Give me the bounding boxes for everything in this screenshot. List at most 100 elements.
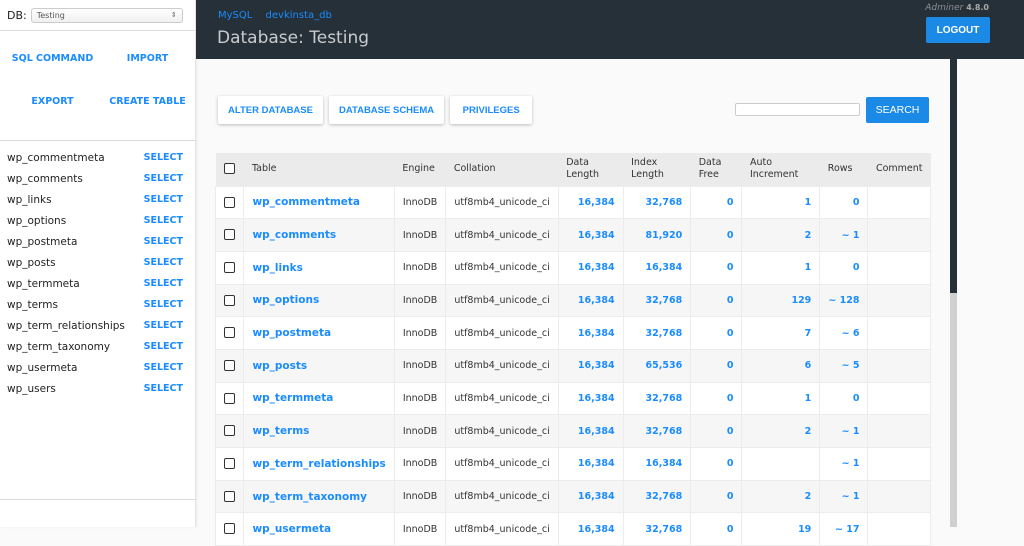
data-free-cell[interactable]: 0 <box>690 348 743 383</box>
rows-cell[interactable]: ~ 17 <box>819 512 869 546</box>
data-free-cell[interactable]: 0 <box>690 447 743 481</box>
sidebar-table-name[interactable]: wp_commentmeta <box>7 152 105 164</box>
sidebar-select-link[interactable]: SELECT <box>144 236 183 247</box>
create-table-link[interactable]: CREATE TABLE <box>105 86 190 117</box>
sidebar-select-link[interactable]: SELECT <box>144 152 183 163</box>
index-length-cell[interactable]: 32,768 <box>622 414 692 448</box>
auto-increment-cell[interactable]: 1 <box>741 185 821 220</box>
row-checkbox[interactable] <box>224 196 236 208</box>
rows-cell[interactable]: ~ 6 <box>819 316 869 350</box>
search-input[interactable] <box>735 103 860 116</box>
auto-increment-cell[interactable]: 2 <box>741 414 821 448</box>
col-rows[interactable]: Rows <box>820 153 868 186</box>
data-free-cell[interactable]: 0 <box>690 479 743 514</box>
breadcrumb-server[interactable]: devkinsta_db <box>266 10 332 21</box>
col-auto-increment[interactable]: Auto Increment <box>742 153 820 186</box>
import-link[interactable]: IMPORT <box>105 43 190 74</box>
rows-cell[interactable]: ~ 1 <box>819 218 869 252</box>
table-name-link[interactable]: wp_usermeta <box>252 523 331 535</box>
row-checkbox[interactable] <box>224 458 236 470</box>
col-table[interactable]: Table <box>244 153 394 186</box>
data-length-cell[interactable]: 16,384 <box>557 185 624 220</box>
col-collation[interactable]: Collation <box>446 153 558 186</box>
rows-cell[interactable]: ~ 1 <box>819 414 869 448</box>
index-length-cell[interactable]: 32,768 <box>622 381 692 416</box>
table-name-link[interactable]: wp_postmeta <box>252 327 331 339</box>
sidebar-table-name[interactable]: wp_termmeta <box>7 278 80 290</box>
row-checkbox[interactable] <box>224 392 236 404</box>
table-name-link[interactable]: wp_terms <box>252 425 309 437</box>
index-length-cell[interactable]: 81,920 <box>622 218 692 252</box>
index-length-cell[interactable]: 32,768 <box>622 185 692 220</box>
table-name-link[interactable]: wp_options <box>252 294 319 306</box>
row-checkbox[interactable] <box>224 327 236 339</box>
table-name-link[interactable]: wp_links <box>252 262 302 274</box>
data-free-cell[interactable]: 0 <box>690 185 743 220</box>
table-name-link[interactable]: wp_term_relationships <box>252 458 385 470</box>
col-data-length[interactable]: Data Length <box>558 153 623 186</box>
data-length-cell[interactable]: 16,384 <box>557 479 624 514</box>
sidebar-select-link[interactable]: SELECT <box>144 257 183 268</box>
index-length-cell[interactable]: 32,768 <box>622 512 692 546</box>
sidebar-select-link[interactable]: SELECT <box>144 278 183 289</box>
data-length-cell[interactable]: 16,384 <box>557 381 624 416</box>
data-free-cell[interactable]: 0 <box>690 250 743 285</box>
auto-increment-cell[interactable]: 1 <box>741 381 821 416</box>
data-length-cell[interactable]: 16,384 <box>557 348 624 383</box>
sidebar-table-name[interactable]: wp_links <box>7 194 52 206</box>
index-length-cell[interactable]: 16,384 <box>622 447 692 481</box>
sidebar-select-link[interactable]: SELECT <box>144 173 183 184</box>
table-name-link[interactable]: wp_posts <box>252 360 307 372</box>
privileges-button[interactable]: PRIVILEGES <box>450 96 533 124</box>
db-select[interactable]: Testing ⇕ <box>30 7 183 23</box>
data-length-cell[interactable]: 16,384 <box>557 447 624 481</box>
table-name-link[interactable]: wp_termmeta <box>252 392 333 404</box>
row-checkbox[interactable] <box>224 523 236 535</box>
data-free-cell[interactable]: 0 <box>690 414 743 448</box>
data-length-cell[interactable]: 16,384 <box>557 414 624 448</box>
index-length-cell[interactable]: 32,768 <box>622 316 692 350</box>
sidebar-table-name[interactable]: wp_term_taxonomy <box>7 341 110 353</box>
auto-increment-cell[interactable]: 1 <box>741 250 821 285</box>
data-length-cell[interactable]: 16,384 <box>557 316 624 350</box>
scrollbar-thumb[interactable] <box>950 59 957 293</box>
sidebar-select-link[interactable]: SELECT <box>144 362 183 373</box>
col-comment[interactable]: Comment <box>868 153 931 186</box>
sidebar-table-name[interactable]: wp_users <box>7 383 56 395</box>
auto-increment-cell[interactable]: 6 <box>741 348 821 383</box>
data-free-cell[interactable]: 0 <box>690 218 743 252</box>
sidebar-table-name[interactable]: wp_posts <box>7 257 56 269</box>
row-checkbox[interactable] <box>224 490 236 502</box>
col-index-length[interactable]: Index Length <box>623 153 691 186</box>
auto-increment-cell[interactable]: 2 <box>741 218 821 252</box>
export-link[interactable]: EXPORT <box>0 86 105 117</box>
col-engine[interactable]: Engine <box>394 153 446 186</box>
auto-increment-cell[interactable]: 129 <box>741 283 821 318</box>
rows-cell[interactable]: 0 <box>819 185 869 220</box>
sidebar-table-name[interactable]: wp_usermeta <box>7 362 77 374</box>
row-checkbox[interactable] <box>224 425 236 437</box>
table-name-link[interactable]: wp_comments <box>252 229 336 241</box>
rows-cell[interactable]: ~ 1 <box>819 479 869 514</box>
row-checkbox[interactable] <box>224 261 236 273</box>
row-checkbox[interactable] <box>224 294 236 306</box>
row-checkbox[interactable] <box>224 360 236 372</box>
data-length-cell[interactable]: 16,384 <box>557 250 624 285</box>
data-free-cell[interactable]: 0 <box>690 512 743 546</box>
sql-command-link[interactable]: SQL COMMAND <box>0 43 105 74</box>
col-data-free[interactable]: Data Free <box>691 153 742 186</box>
alter-database-button[interactable]: ALTER DATABASE <box>218 96 323 124</box>
rows-cell[interactable]: 0 <box>819 381 869 416</box>
sidebar-select-link[interactable]: SELECT <box>144 320 183 331</box>
data-free-cell[interactable]: 0 <box>690 283 743 318</box>
scrollbar[interactable] <box>950 59 957 527</box>
sidebar-select-link[interactable]: SELECT <box>144 215 183 226</box>
data-length-cell[interactable]: 16,384 <box>557 218 624 252</box>
table-name-link[interactable]: wp_term_taxonomy <box>252 491 367 503</box>
index-length-cell[interactable]: 65,536 <box>622 348 692 383</box>
search-button[interactable]: SEARCH <box>866 97 929 123</box>
index-length-cell[interactable]: 16,384 <box>622 250 692 285</box>
auto-increment-cell[interactable]: 19 <box>741 512 821 546</box>
sidebar-table-name[interactable]: wp_postmeta <box>7 236 77 248</box>
database-schema-button[interactable]: DATABASE SCHEMA <box>328 96 445 124</box>
